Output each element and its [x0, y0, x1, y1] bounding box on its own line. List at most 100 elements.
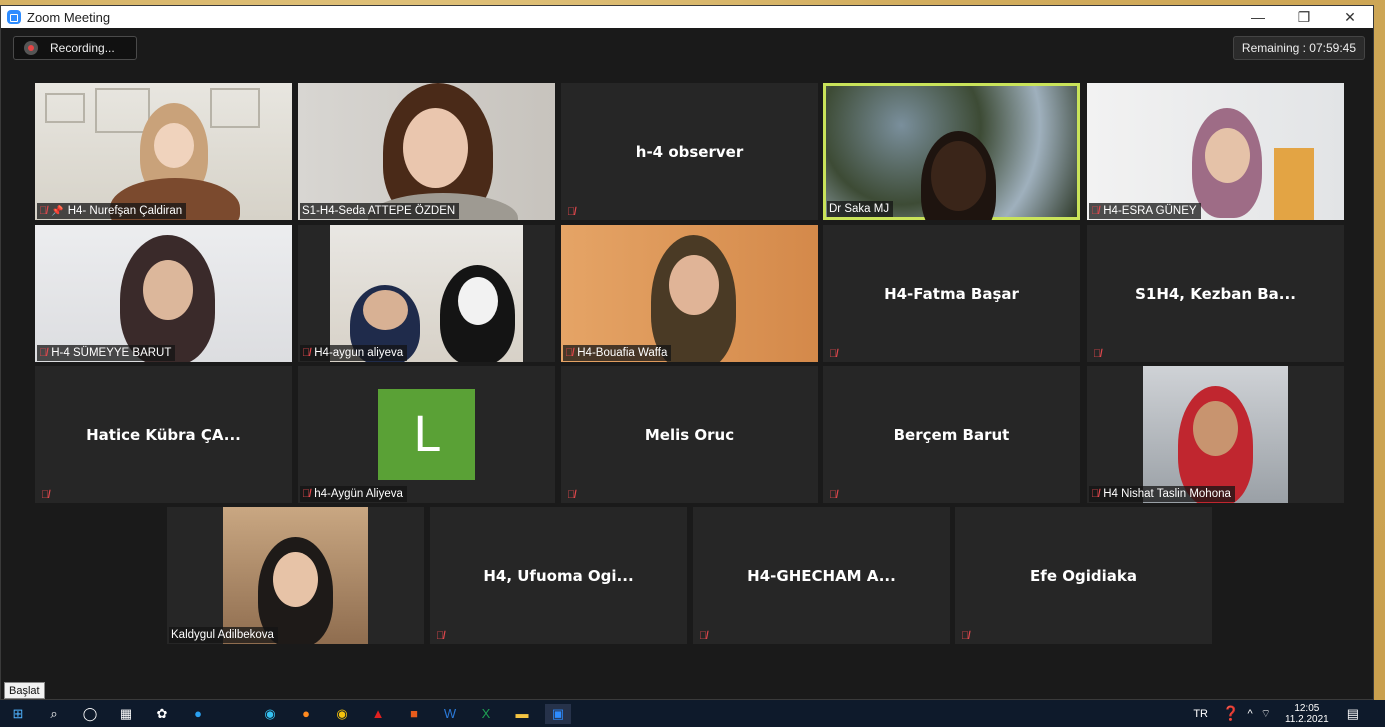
- acrobat-icon[interactable]: ▲: [365, 704, 391, 724]
- participant-video: [35, 83, 292, 220]
- remaining-time-label: Remaining : 07:59:45: [1241, 41, 1356, 55]
- edge-icon[interactable]: ◉: [257, 704, 283, 724]
- participant-name-label: 🎙̸ h4-Aygün Aliyeva: [300, 486, 407, 502]
- zoom-window: Zoom Meeting — ❐ ✕ Recording... Remainin…: [0, 5, 1374, 700]
- window-controls: — ❐ ✕: [1235, 6, 1373, 28]
- participant-name-label: 🎙̸ H4-ESRA GÜNEY: [1089, 203, 1201, 219]
- participant-name: H4-GHECHAM A...: [747, 566, 896, 585]
- participant-tile[interactable]: Melis Oruc 🎙̸: [561, 366, 818, 503]
- participant-name: Hatice Kübra ÇA...: [86, 425, 241, 444]
- zoom-logo-icon: [7, 10, 21, 24]
- participant-name-label: Dr Saka MJ: [827, 201, 894, 217]
- search-icon[interactable]: ⌕: [41, 704, 67, 724]
- participant-video: [561, 225, 818, 362]
- participant-tile[interactable]: Berçem Barut 🎙̸: [823, 366, 1080, 503]
- file-explorer-icon[interactable]: ▬: [509, 704, 535, 724]
- participant-tile[interactable]: 🎙̸ H4 Nishat Taslin Mohona: [1087, 366, 1344, 503]
- participant-tile[interactable]: 🎙̸ H4-Bouafia Waffa: [561, 225, 818, 362]
- mic-muted-icon: 🎙̸: [829, 489, 838, 501]
- participant-tile[interactable]: L 🎙̸ h4-Aygün Aliyeva: [298, 366, 555, 503]
- skype-icon[interactable]: ●: [185, 704, 211, 724]
- participant-name-label: 🎙̸ H-4 SÜMEYYE BARUT: [37, 345, 176, 361]
- participant-name-label: Kaldygul Adilbekova: [169, 627, 278, 643]
- participant-tile[interactable]: H4-GHECHAM A... 🎙̸: [693, 507, 950, 644]
- help-icon[interactable]: ❓: [1222, 705, 1239, 722]
- mic-muted-icon: 🎙̸: [567, 489, 576, 501]
- start-tooltip: Başlat: [4, 682, 45, 699]
- window-title: Zoom Meeting: [27, 9, 111, 25]
- participant-name: H4-Fatma Başar: [884, 284, 1019, 303]
- participant-tile[interactable]: 🎙̸ 📌 H4- Nurefşan Çaldiran: [35, 83, 292, 220]
- calculator-icon[interactable]: ▦: [113, 704, 139, 724]
- participant-tile[interactable]: S1-H4-Seda ATTEPE ÖZDEN: [298, 83, 555, 220]
- title-bar: Zoom Meeting — ❐ ✕: [1, 6, 1373, 28]
- participant-name-label: 🎙̸ H4-Bouafia Waffa: [563, 345, 672, 361]
- zoom-taskbar-icon[interactable]: ▣: [545, 703, 571, 724]
- participant-video: [35, 225, 292, 362]
- participant-tile[interactable]: Efe Ogidiaka 🎙̸: [955, 507, 1212, 644]
- participant-tile[interactable]: 🎙̸ H-4 SÜMEYYE BARUT: [35, 225, 292, 362]
- participant-tile[interactable]: 🎙̸ H4-ESRA GÜNEY: [1087, 83, 1344, 220]
- participant-tile[interactable]: H4-Fatma Başar 🎙̸: [823, 225, 1080, 362]
- mic-muted-icon: 🎙̸: [41, 489, 50, 501]
- participant-video: [298, 83, 555, 220]
- mic-muted-icon: 🎙̸: [1091, 205, 1100, 217]
- remaining-time-badge: Remaining : 07:59:45: [1232, 36, 1365, 60]
- recording-indicator[interactable]: Recording...: [13, 36, 137, 60]
- participant-name-label: 🎙̸ H4 Nishat Taslin Mohona: [1089, 486, 1235, 502]
- participant-name-label: 🎙̸ H4-aygun aliyeva: [300, 345, 408, 361]
- word-icon[interactable]: W: [437, 704, 463, 724]
- windows-taskbar: ⊞ ⌕ ◯ ▦ ✿ ● ◉ ● ◉ ▲ ■ W X ▬ ▣ TR ❓ ^ ⌔ 1…: [0, 700, 1385, 727]
- record-icon: [24, 41, 38, 55]
- mic-muted-icon: 🎙̸: [1091, 488, 1100, 500]
- notification-icon[interactable]: ▤: [1347, 706, 1359, 722]
- minimize-button[interactable]: —: [1235, 6, 1281, 28]
- participant-tile-active-speaker[interactable]: Dr Saka MJ: [823, 83, 1080, 220]
- participant-name: h-4 observer: [635, 142, 744, 161]
- mic-muted-icon: 🎙̸: [567, 206, 576, 218]
- chevron-up-icon[interactable]: ^: [1247, 708, 1252, 720]
- system-tray: TR ❓ ^ ⌔ 12:05 11.2.2021 ▤: [1193, 703, 1385, 725]
- cortana-icon[interactable]: ◯: [77, 704, 103, 724]
- mic-muted-icon: 🎙̸: [699, 630, 708, 642]
- participant-name: Berçem Barut: [893, 425, 1010, 444]
- clock[interactable]: 12:05 11.2.2021: [1285, 703, 1329, 725]
- participant-tile[interactable]: 🎙̸ H4-aygun aliyeva: [298, 225, 555, 362]
- participant-tile[interactable]: h-4 observer 🎙̸: [561, 83, 818, 220]
- language-indicator[interactable]: TR: [1193, 708, 1208, 720]
- participant-video: [330, 225, 523, 362]
- app-icon[interactable]: ✿: [149, 704, 175, 724]
- close-button[interactable]: ✕: [1327, 6, 1373, 28]
- pin-icon: 📌: [51, 205, 64, 217]
- mic-muted-icon: 🎙̸: [39, 205, 48, 217]
- participant-tile[interactable]: H4, Ufuoma Ogi... 🎙̸: [430, 507, 687, 644]
- mic-muted-icon: 🎙̸: [302, 347, 311, 359]
- mic-muted-icon: 🎙̸: [302, 488, 311, 500]
- network-icon[interactable]: ⌔: [1261, 707, 1271, 721]
- chrome-icon[interactable]: ◉: [329, 704, 355, 724]
- mic-muted-icon: 🎙̸: [1093, 348, 1102, 360]
- excel-icon[interactable]: X: [473, 704, 499, 724]
- participant-name: H4, Ufuoma Ogi...: [483, 566, 634, 585]
- recording-label: Recording...: [50, 41, 115, 55]
- participant-name: S1H4, Kezban Ba...: [1135, 284, 1296, 303]
- mic-muted-icon: 🎙̸: [961, 630, 970, 642]
- participant-tile[interactable]: S1H4, Kezban Ba... 🎙̸: [1087, 225, 1344, 362]
- participant-tile[interactable]: Hatice Kübra ÇA... 🎙̸: [35, 366, 292, 503]
- participant-name: Efe Ogidiaka: [1030, 566, 1137, 585]
- participant-avatar: L: [378, 389, 475, 480]
- firefox-icon[interactable]: ●: [293, 704, 319, 724]
- participant-name: Melis Oruc: [644, 425, 735, 444]
- office-icon[interactable]: ■: [401, 704, 427, 724]
- mic-muted-icon: 🎙̸: [829, 348, 838, 360]
- participant-video: [1143, 366, 1288, 503]
- participant-name-label: S1-H4-Seda ATTEPE ÖZDEN: [300, 203, 460, 219]
- participant-video: [1087, 83, 1344, 220]
- participant-name-label: 🎙̸ 📌 H4- Nurefşan Çaldiran: [37, 203, 187, 219]
- maximize-button[interactable]: ❐: [1281, 6, 1327, 28]
- windows-start-icon[interactable]: ⊞: [5, 704, 31, 724]
- participant-tile[interactable]: Kaldygul Adilbekova: [167, 507, 424, 644]
- mic-muted-icon: 🎙̸: [565, 347, 574, 359]
- mic-muted-icon: 🎙̸: [39, 347, 48, 359]
